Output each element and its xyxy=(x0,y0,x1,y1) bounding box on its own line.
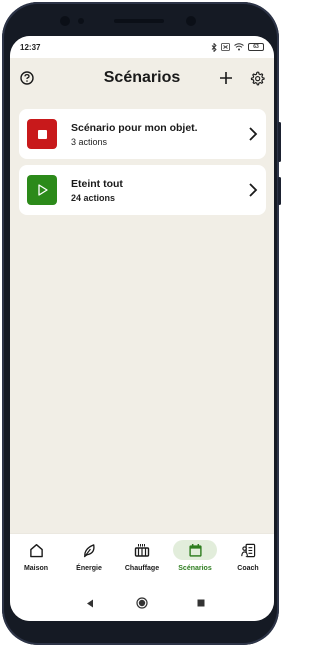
nav-label: Coach xyxy=(237,565,259,572)
chevron-right-icon xyxy=(249,127,258,141)
leaf-icon xyxy=(83,543,95,557)
chevron-right-icon xyxy=(249,183,258,197)
question-circle-icon xyxy=(20,71,34,85)
status-icons: 63 xyxy=(211,42,264,52)
power-button xyxy=(278,177,281,205)
screen: 12:37 63 Scénarios Scénario pour mon obj… xyxy=(10,36,274,621)
nav-icon-wrap xyxy=(67,540,111,560)
bluetooth-icon xyxy=(211,42,217,52)
scenario-actions-count: 3 actions xyxy=(71,136,108,147)
stop-icon xyxy=(27,119,57,149)
wifi-icon xyxy=(234,43,244,51)
back-button[interactable] xyxy=(82,595,98,611)
bottom-nav: Maison Énergie Chauffage Scénarios Coach xyxy=(10,533,274,586)
scenario-title: Eteint tout xyxy=(71,177,123,190)
scenario-actions-count: 24 actions xyxy=(71,192,116,203)
nav-item-coach[interactable]: Coach xyxy=(222,540,274,582)
scenario-text: Scénario pour mon objet. 3 actions xyxy=(71,122,198,147)
help-button[interactable] xyxy=(18,69,36,87)
nav-icon-wrap xyxy=(14,540,58,560)
play-triangle xyxy=(37,184,48,196)
nav-item-energie[interactable]: Énergie xyxy=(63,540,115,582)
stop-square xyxy=(37,129,47,139)
nav-label: Énergie xyxy=(76,565,102,572)
nav-label: Chauffage xyxy=(124,565,160,572)
scenario-card[interactable]: Scénario pour mon objet. 3 actions xyxy=(19,109,266,159)
front-camera-icon xyxy=(186,16,196,26)
nav-label: Maison xyxy=(23,565,49,572)
settings-button[interactable] xyxy=(248,69,266,87)
phone-frame: 12:37 63 Scénarios Scénario pour mon obj… xyxy=(2,2,281,645)
nav-item-maison[interactable]: Maison xyxy=(10,540,62,582)
scenario-card[interactable]: Eteint tout 24 actions xyxy=(19,165,266,215)
camera-icon xyxy=(60,16,70,26)
recents-icon xyxy=(197,599,205,607)
vibrate-icon xyxy=(221,43,230,51)
add-scenario-button[interactable] xyxy=(217,69,235,87)
scenario-title: Scénario pour mon objet. xyxy=(71,121,198,134)
nav-item-chauffage[interactable]: Chauffage xyxy=(116,540,168,582)
home-button[interactable] xyxy=(134,595,150,611)
radiator-icon xyxy=(134,543,150,557)
status-time: 12:37 xyxy=(20,42,41,52)
calendar-icon xyxy=(188,543,202,557)
play-icon xyxy=(27,175,57,205)
header: Scénarios xyxy=(10,58,274,98)
scenario-text: Eteint tout 24 actions xyxy=(71,178,123,203)
recents-button[interactable] xyxy=(193,595,209,611)
back-icon xyxy=(87,599,93,607)
page-title: Scénarios xyxy=(103,69,181,86)
speaker-icon xyxy=(114,19,164,23)
nav-icon-wrap xyxy=(173,540,217,560)
nav-icon-wrap xyxy=(226,540,270,560)
nav-icon-wrap xyxy=(120,540,164,560)
volume-button xyxy=(278,122,281,162)
nav-label: Scénarios xyxy=(178,565,212,572)
sensor-icon xyxy=(78,18,84,24)
system-nav xyxy=(10,586,274,621)
plus-icon xyxy=(220,72,232,84)
battery-icon: 63 xyxy=(248,43,264,51)
house-icon xyxy=(29,543,43,557)
coach-icon xyxy=(240,543,255,557)
gear-icon xyxy=(250,71,265,85)
status-bar: 12:37 63 xyxy=(10,36,274,58)
home-icon xyxy=(136,597,148,609)
nav-item-scenarios[interactable]: Scénarios xyxy=(169,540,221,582)
